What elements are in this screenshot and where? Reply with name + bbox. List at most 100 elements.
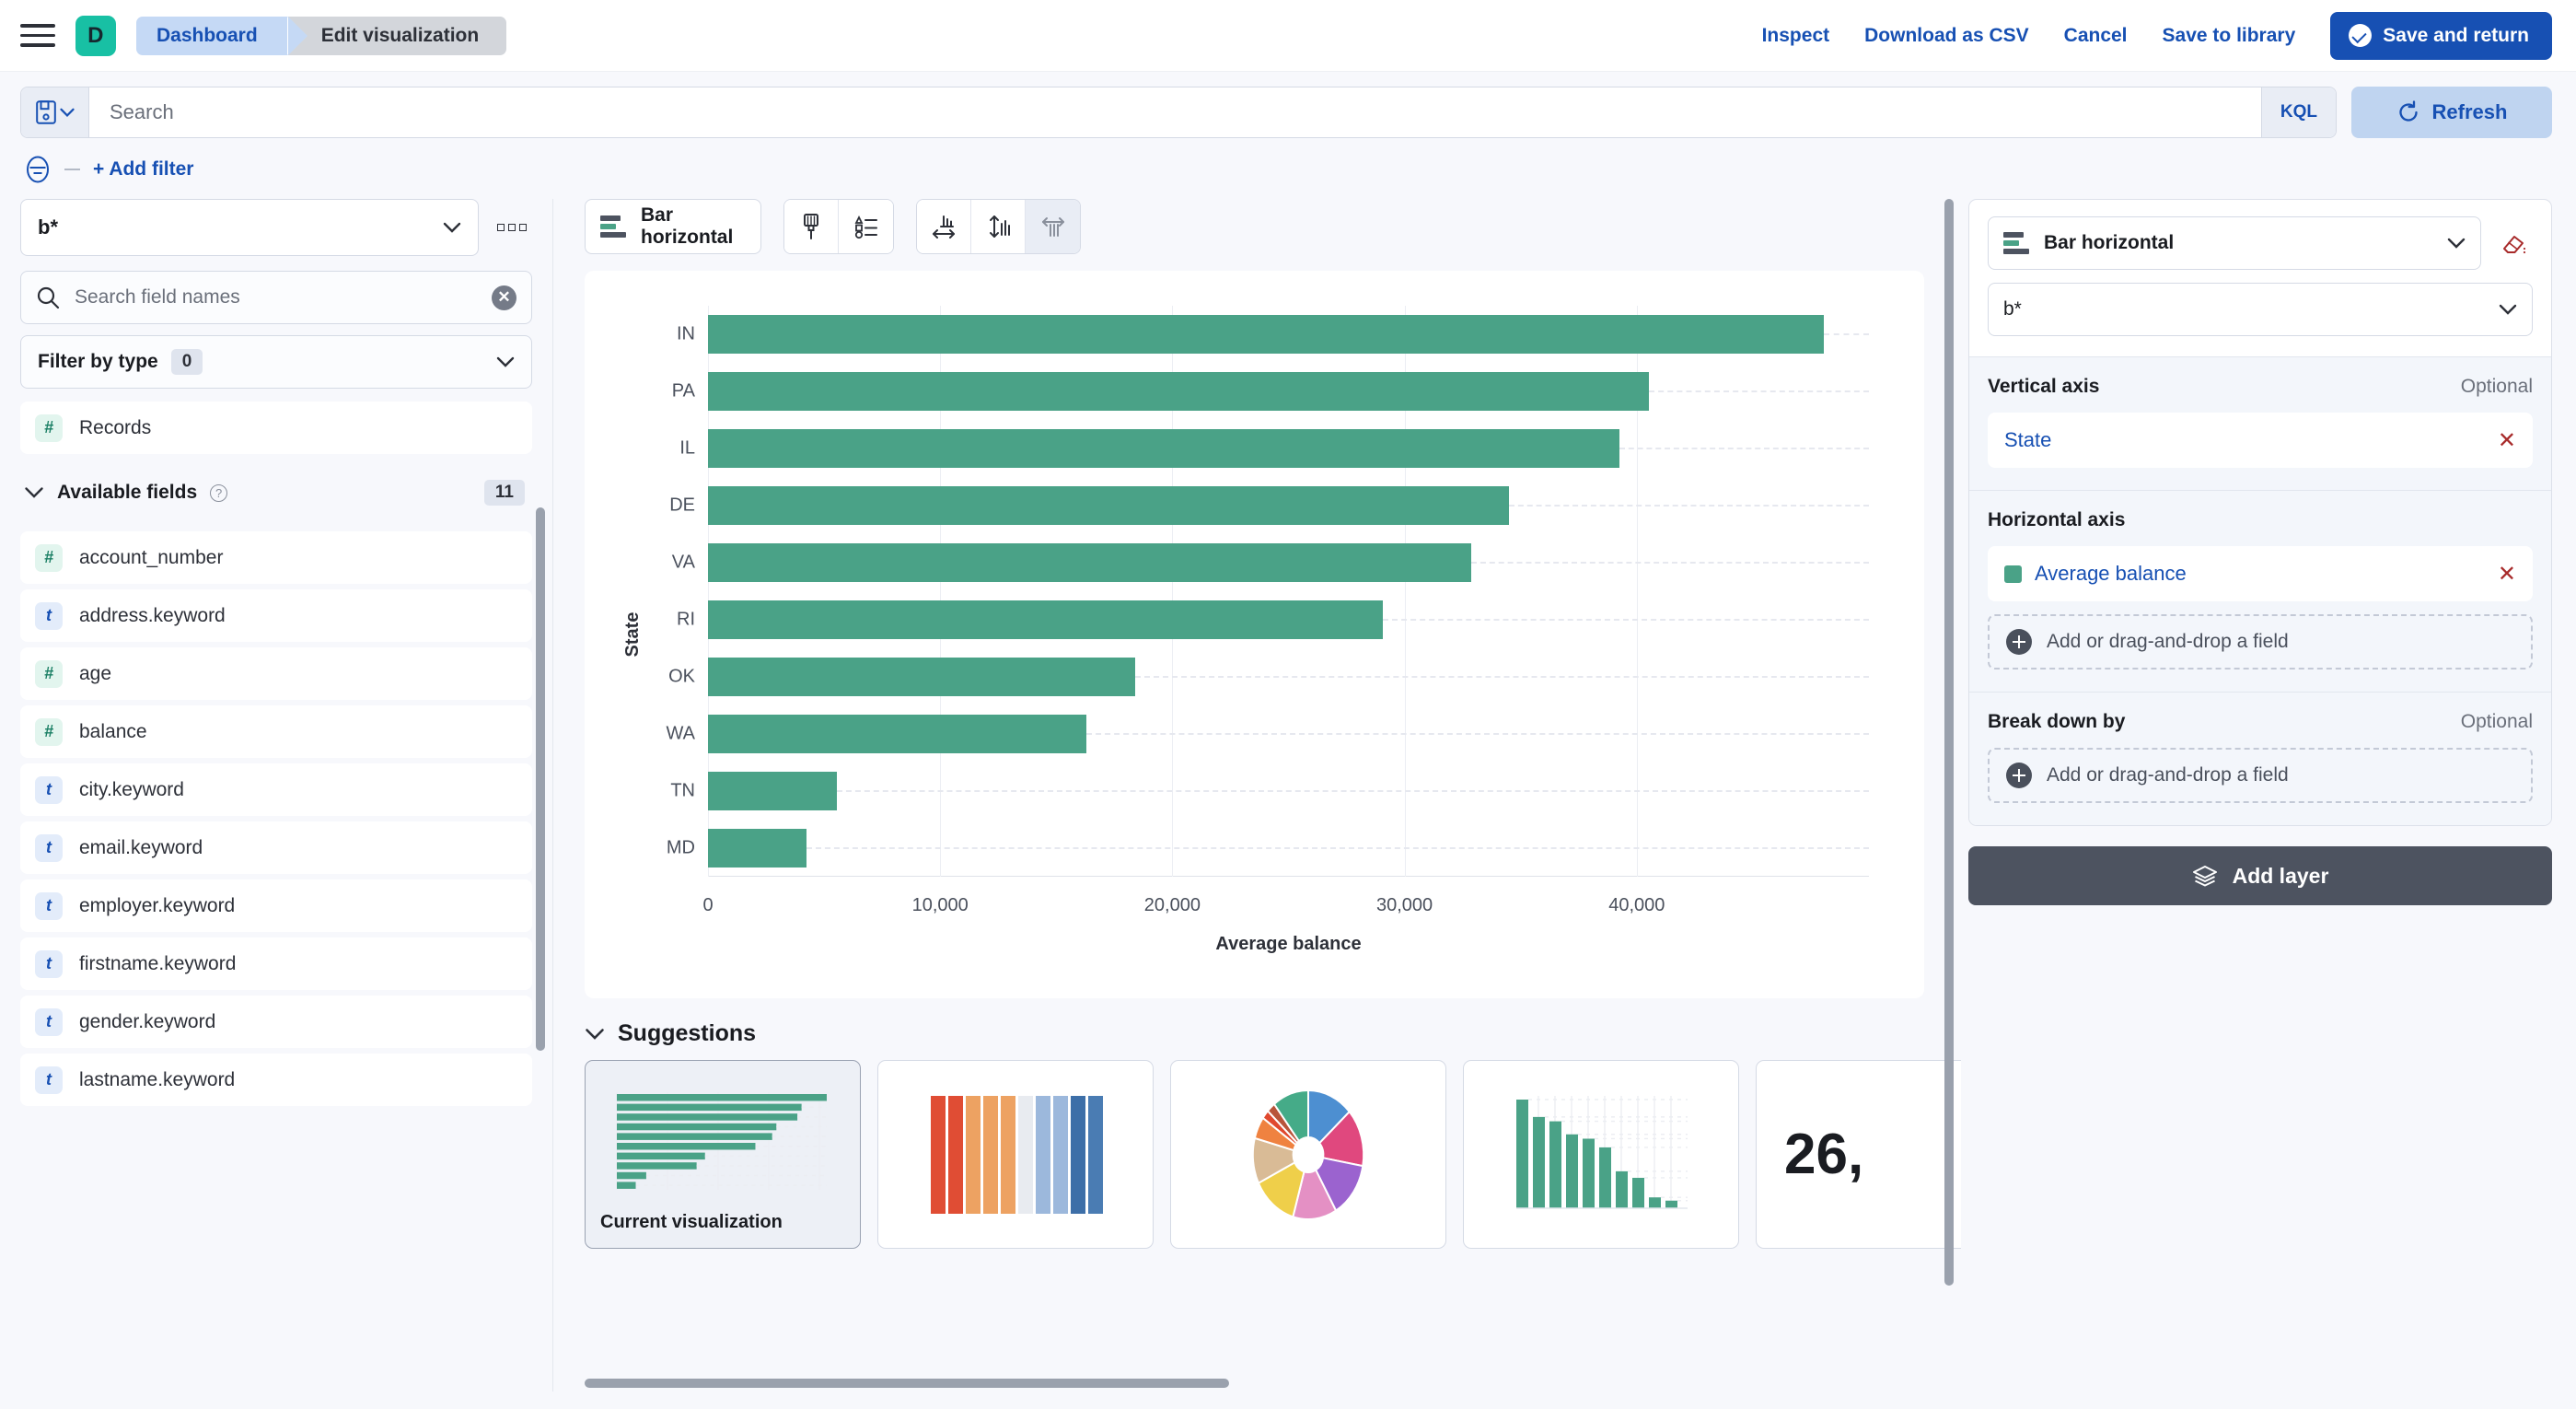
suggestion-card[interactable] <box>1463 1060 1739 1249</box>
chart-type-picker[interactable]: Bar horizontal <box>585 199 761 254</box>
config-groups: Vertical axis Optional State ✕ Horizontal ax… <box>1969 356 2551 825</box>
remove-dimension-icon[interactable]: ✕ <box>2498 561 2516 588</box>
filter-by-type-count: 0 <box>170 349 203 375</box>
cancel-link[interactable]: Cancel <box>2064 25 2128 47</box>
bar[interactable] <box>708 486 1510 525</box>
layer-datasource-select[interactable]: b* <box>1988 283 2533 336</box>
horizontal-axis-settings-icon[interactable] <box>917 200 971 253</box>
app-badge[interactable]: D <box>75 15 116 56</box>
suggestion-card[interactable] <box>877 1060 1154 1249</box>
help-icon[interactable]: ? <box>210 483 228 502</box>
suggestions-header[interactable]: Suggestions <box>585 1020 1924 1047</box>
y-axis-tick-label: TN <box>670 780 695 801</box>
field-item[interactable]: t email.keyword <box>20 821 532 874</box>
hamburger-menu-icon[interactable] <box>20 22 55 50</box>
y-axis-tick-label: PA <box>671 380 695 402</box>
data-panel-scrollbar[interactable] <box>536 507 545 1392</box>
layer-chart-type-select[interactable]: Bar horizontal <box>1988 216 2481 270</box>
save-to-library-link[interactable]: Save to library <box>2163 25 2296 47</box>
value-dashed-line <box>836 790 1869 792</box>
refresh-label: Refresh <box>2431 100 2508 123</box>
suggestion-thumbnail-metric: 26, <box>1784 1123 1864 1186</box>
inspect-link[interactable]: Inspect <box>1762 25 1830 47</box>
field-item[interactable]: t address.keyword <box>20 589 532 642</box>
field-item[interactable]: t lastname.keyword <box>20 1054 532 1106</box>
field-item[interactable]: t city.keyword <box>20 763 532 816</box>
field-item[interactable]: t gender.keyword <box>20 996 532 1048</box>
field-item[interactable]: # balance <box>20 705 532 758</box>
search-input[interactable] <box>89 87 2261 137</box>
available-fields-list: # account_number t address.keyword # age # bala… <box>20 531 532 1106</box>
field-item-records[interactable]: # Records <box>20 402 532 454</box>
y-axis-tick-label: DE <box>669 495 695 516</box>
scrollbar-thumb[interactable] <box>1944 199 1954 1286</box>
value-dashed-line <box>1471 562 1869 564</box>
suggestions-scrollbar[interactable] <box>585 1379 1924 1388</box>
bar[interactable] <box>708 772 837 810</box>
plot-area[interactable]: Average balance 0 10,000 20,000 30,000 40,00… <box>667 306 1869 954</box>
bar[interactable] <box>708 715 1087 753</box>
bar[interactable] <box>708 372 1650 411</box>
bar[interactable] <box>708 600 1384 639</box>
value-dashed-line <box>1509 505 1869 507</box>
string-type-icon: t <box>35 949 63 978</box>
dropzone-label: Add or drag-and-drop a field <box>2047 764 2289 786</box>
number-type-icon: # <box>35 717 63 746</box>
refresh-button[interactable]: Refresh <box>2351 87 2552 138</box>
download-csv-link[interactable]: Download as CSV <box>1864 25 2029 47</box>
appearance-brush-icon[interactable] <box>784 200 839 253</box>
plus-circle-icon <box>2006 629 2032 655</box>
bar[interactable] <box>708 429 1619 468</box>
suggestion-card[interactable]: 26, <box>1756 1060 1961 1249</box>
bar[interactable] <box>708 315 1824 354</box>
suggestion-card[interactable] <box>1170 1060 1446 1249</box>
config-group-optional-label: Optional <box>2460 376 2533 397</box>
available-fields-header[interactable]: Available fields ? 11 <box>20 460 532 522</box>
dimension-chip[interactable]: Average balance ✕ <box>1988 546 2533 601</box>
field-item[interactable]: t employer.keyword <box>20 879 532 932</box>
add-filter-button[interactable]: + Add filter <box>93 158 193 180</box>
bar[interactable] <box>708 543 1472 582</box>
bar[interactable] <box>708 829 807 868</box>
config-group: Break down by Optional Add or drag-and-dro… <box>1969 692 2551 825</box>
breadcrumb-edit-visualization[interactable]: Edit visualization <box>286 16 507 55</box>
add-layer-button[interactable]: Add layer <box>1968 846 2552 905</box>
bar[interactable] <box>708 658 1136 696</box>
save-and-return-button[interactable]: Save and return <box>2330 11 2552 60</box>
field-item[interactable]: # account_number <box>20 531 532 584</box>
bar-horizontal-icon <box>2003 231 2031 255</box>
search-field-names-input[interactable] <box>75 286 477 309</box>
saved-query-button[interactable] <box>21 87 89 137</box>
filter-icon[interactable] <box>24 155 52 184</box>
query-language-badge[interactable]: KQL <box>2260 87 2336 137</box>
add-layer-label: Add layer <box>2232 863 2329 888</box>
field-label: city.keyword <box>79 778 184 800</box>
config-group-header: Break down by Optional <box>1988 711 2533 733</box>
scrollbar-thumb[interactable] <box>536 507 545 1051</box>
datasource-select[interactable]: b* <box>20 199 479 256</box>
workspace-panel: Bar horizontal State Average balance 0 1… <box>553 199 1961 1392</box>
dimension-chip[interactable]: State ✕ <box>1988 413 2533 468</box>
scrollbar-thumb[interactable] <box>585 1379 1229 1388</box>
field-label: address.keyword <box>79 604 226 626</box>
vertical-axis-settings-icon[interactable] <box>971 200 1026 253</box>
top-navigation-bar: D Dashboard Edit visualization Inspect D… <box>0 0 2576 72</box>
legend-settings-icon[interactable] <box>839 200 893 253</box>
dimension-label: State <box>2004 428 2052 451</box>
field-item[interactable]: # age <box>20 647 532 700</box>
top-axis-settings-icon[interactable] <box>1026 200 1080 253</box>
breadcrumb-dashboard[interactable]: Dashboard <box>136 16 307 55</box>
add-field-dropzone[interactable]: Add or drag-and-drop a field <box>1988 614 2533 670</box>
field-label: email.keyword <box>79 836 203 858</box>
clear-icon[interactable]: ✕ <box>492 285 516 310</box>
remove-dimension-icon[interactable]: ✕ <box>2498 427 2516 454</box>
x-axis-title: Average balance <box>1215 934 1362 954</box>
suggestion-card[interactable]: Current visualization <box>585 1060 861 1249</box>
erase-layer-icon[interactable] <box>2494 224 2533 262</box>
workspace-scrollbar[interactable] <box>1944 199 1954 1392</box>
more-options-icon[interactable] <box>492 216 532 239</box>
config-group-title: Vertical axis <box>1988 376 2100 397</box>
filter-by-type-button[interactable]: Filter by type 0 <box>20 335 532 389</box>
add-field-dropzone[interactable]: Add or drag-and-drop a field <box>1988 748 2533 803</box>
field-item[interactable]: t firstname.keyword <box>20 937 532 990</box>
